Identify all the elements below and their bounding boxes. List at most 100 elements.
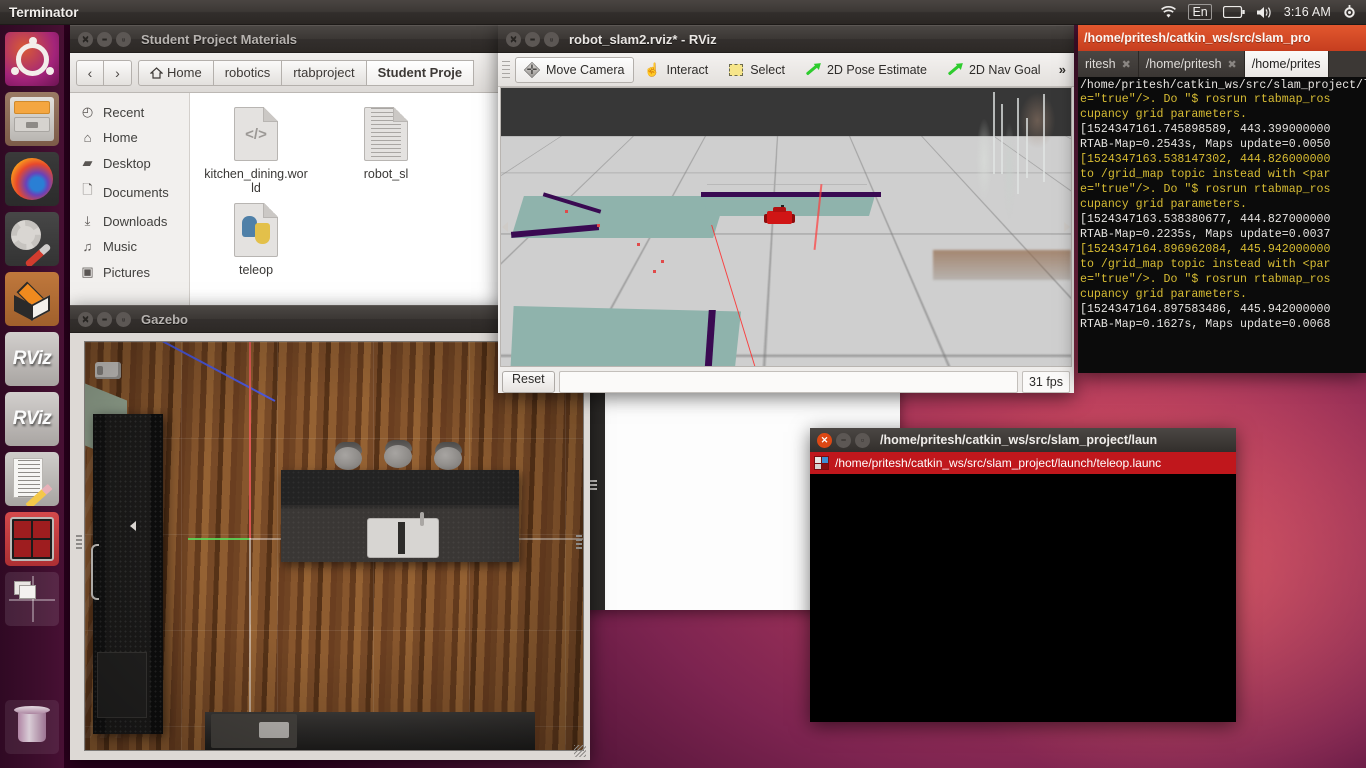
reset-button[interactable]: Reset (502, 371, 555, 393)
rviz-3d-viewport[interactable] (500, 87, 1072, 367)
gazebo-panel-expand-arrow[interactable] (130, 521, 136, 531)
terminal-right-output[interactable]: e="true"/>. Do "$ rosrun rtabmap_ros cup… (1078, 92, 1366, 366)
launcher-item-files[interactable] (5, 92, 59, 146)
rviz-fps-indicator: 31 fps (1021, 371, 1070, 393)
terminal-line: RTAB-Map=0.1627s, Maps update=0.0068 (1080, 318, 1331, 331)
sidebar-item-desktop[interactable]: ▰ Desktop (70, 150, 189, 176)
terminal-tab-1[interactable]: ritesh ✖ (1078, 51, 1139, 77)
launcher-item-terminator[interactable] (5, 512, 59, 566)
gazebo-panel-handle-right[interactable] (576, 535, 582, 551)
breadcrumb-item-robotics[interactable]: robotics (213, 59, 283, 86)
sidebar-item-documents[interactable]: 🗋 Documents (70, 176, 189, 208)
minimize-icon[interactable]: − (97, 31, 112, 47)
gazebo-panel-handle-left[interactable] (76, 535, 82, 551)
minimize-icon[interactable]: − (525, 31, 540, 47)
maximize-icon[interactable]: ▫ (116, 31, 131, 47)
sidebar-item-pictures[interactable]: ▣ Pictures (70, 259, 189, 285)
sidebar-item-recent[interactable]: ◴ Recent (70, 99, 189, 125)
window-controls: ✕ − ▫ (506, 31, 559, 47)
terminal-path-line: /home/pritesh/catkin_ws/src/slam_project… (1078, 77, 1366, 92)
breadcrumb-item-home[interactable]: Home (138, 59, 214, 86)
gazebo-3d-viewport[interactable] (84, 341, 584, 751)
tool-2d-pose-estimate[interactable]: 2D Pose Estimate (796, 57, 936, 83)
tool-move-camera[interactable]: Move Camera (515, 56, 634, 83)
launcher-item-rviz-2[interactable]: RViz (5, 392, 59, 446)
launcher-item-ubuntu-dash[interactable] (5, 32, 59, 86)
terminal-teleop-output[interactable] (810, 474, 1236, 722)
file-item-kitchen-dining-world[interactable]: </> kitchen_dining.world (204, 107, 308, 195)
indicator-area: En 3:16 AM (1160, 4, 1366, 20)
maximize-icon[interactable]: ▫ (544, 31, 559, 47)
close-icon[interactable]: ✕ (78, 31, 93, 47)
toolbar-drag-handle[interactable] (502, 60, 510, 79)
terminator-icon (814, 456, 829, 470)
rviz-panel-expand-left[interactable] (502, 222, 508, 232)
breadcrumb-label: Student Proje (377, 65, 463, 80)
gazebo-resize-grip[interactable] (574, 745, 586, 757)
launcher-item-text-editor[interactable] (5, 452, 59, 506)
gear-icon (11, 220, 41, 250)
close-icon[interactable]: ✖ (1122, 58, 1131, 71)
select-rect-icon (728, 62, 744, 78)
document-icon: 🗋 (82, 182, 93, 197)
file-item-teleop[interactable]: teleop (204, 203, 308, 277)
terminal-tab-3[interactable]: /home/prites (1244, 51, 1329, 77)
keyboard-layout-indicator[interactable]: En (1188, 4, 1212, 20)
launcher-item-rviz-1[interactable]: RViz (5, 332, 59, 386)
terminal-teleop-titlebar[interactable]: ✕ − ▫ /home/pritesh/catkin_ws/src/slam_p… (810, 428, 1236, 452)
maximize-icon[interactable]: ▫ (855, 432, 870, 448)
tool-2d-nav-goal[interactable]: 2D Nav Goal (938, 57, 1050, 83)
green-arrow-icon (947, 62, 963, 78)
back-button[interactable]: ‹ (76, 59, 104, 86)
launcher-item-gazebo[interactable] (5, 272, 59, 326)
gazebo-cube-icon (14, 281, 50, 322)
minimize-icon[interactable]: − (836, 432, 851, 448)
terminal-tab-2[interactable]: /home/pritesh ✖ (1138, 51, 1245, 77)
breadcrumb-item-current[interactable]: Student Proje (366, 59, 475, 86)
sidebar-item-music[interactable]: ♫ Music (70, 234, 189, 259)
minimize-icon[interactable]: − (97, 311, 112, 327)
maximize-icon[interactable]: ▫ (116, 311, 131, 327)
terminal-line: [1524347161.745898589, 443.399000000 (1080, 123, 1331, 136)
tool-label: 2D Nav Goal (968, 62, 1041, 77)
panel-app-title[interactable]: Terminator (9, 5, 79, 20)
wifi-icon[interactable] (1160, 5, 1177, 19)
launcher-item-settings[interactable] (5, 212, 59, 266)
terminal-line: e="true"/>. Do "$ rosrun rtabmap_ros (1080, 273, 1331, 286)
rviz-status-text (558, 371, 1018, 393)
sidebar-item-downloads[interactable]: ⤓ Downloads (70, 208, 189, 234)
battery-icon[interactable] (1222, 6, 1245, 18)
tool-label: 2D Pose Estimate (826, 62, 927, 77)
terminal-teleop-tab[interactable]: /home/pritesh/catkin_ws/src/slam_project… (810, 452, 1236, 474)
terminal-teleop-window[interactable]: ✕ − ▫ /home/pritesh/catkin_ws/src/slam_p… (810, 428, 1236, 722)
sidebar-item-home[interactable]: ⌂ Home (70, 125, 189, 150)
file-manager-title: Student Project Materials (141, 31, 298, 47)
tool-interact[interactable]: ☝ Interact (636, 57, 718, 83)
forward-button[interactable]: › (104, 59, 132, 86)
rviz-panel-expand-right[interactable] (1064, 222, 1070, 232)
close-icon[interactable]: ✕ (506, 31, 521, 47)
session-menu-icon[interactable] (1342, 4, 1357, 20)
launcher-item-firefox[interactable] (5, 152, 59, 206)
file-item-robot-slam[interactable]: robot_sl (334, 107, 438, 195)
window-controls: ✕ − ▫ (78, 31, 131, 47)
volume-icon[interactable] (1256, 6, 1273, 19)
rviz-titlebar[interactable]: ✕ − ▫ robot_slam2.rviz* - RViz (498, 25, 1074, 53)
terminal-line: to /grid_map topic instead with <par (1080, 258, 1331, 271)
close-icon[interactable]: ✕ (817, 432, 832, 448)
rviz-point-cloud (931, 88, 1071, 268)
breadcrumb-item-rtabproject[interactable]: rtabproject (282, 59, 367, 86)
terminal-right-window[interactable]: /home/pritesh/catkin_ws/src/slam_pro rit… (1078, 25, 1366, 373)
music-icon: ♫ (82, 239, 93, 254)
clock[interactable]: 3:16 AM (1284, 5, 1331, 19)
close-icon[interactable]: ✕ (78, 311, 93, 327)
launcher-item-workspace-switcher[interactable] (5, 572, 59, 626)
rviz-window[interactable]: ✕ − ▫ robot_slam2.rviz* - RViz Move Came… (498, 25, 1074, 393)
tool-select[interactable]: Select (719, 57, 794, 83)
drag-handle[interactable] (589, 480, 597, 492)
toolbar-overflow-button[interactable]: » (1059, 62, 1074, 77)
launcher-item-trash[interactable] (5, 700, 59, 754)
breadcrumb: Home robotics rtabproject Student Proje (138, 59, 475, 86)
terminal-right-titlebar[interactable]: /home/pritesh/catkin_ws/src/slam_pro (1078, 25, 1366, 51)
close-icon[interactable]: ✖ (1228, 58, 1237, 71)
